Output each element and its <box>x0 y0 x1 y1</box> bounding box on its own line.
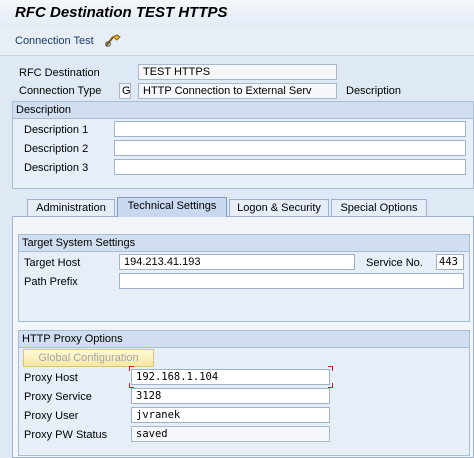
connection-type-description-label: Description <box>346 85 402 97</box>
connection-type-label: Connection Type <box>19 85 102 97</box>
target-host-label: Target Host <box>24 257 81 269</box>
description-3-label: Description 3 <box>24 162 89 174</box>
tab-technical-settings[interactable]: Technical Settings <box>117 197 227 217</box>
path-prefix-label: Path Prefix <box>24 276 78 288</box>
tab-special-options[interactable]: Special Options <box>331 199 427 216</box>
target-host-field[interactable]: 194.213.41.193 <box>119 254 355 270</box>
path-prefix-field[interactable] <box>119 273 464 289</box>
tab-logon-security[interactable]: Logon & Security <box>229 199 329 216</box>
focus-corner-top-left <box>129 366 134 371</box>
proxy-user-field[interactable]: jvranek <box>131 407 330 423</box>
service-no-field[interactable]: 443 <box>436 254 464 270</box>
focus-corner-top-right <box>328 366 333 371</box>
proxy-host-field[interactable]: 192.168.1.104 <box>131 369 330 385</box>
service-no-label: Service No. <box>366 257 423 269</box>
description-2-field[interactable] <box>114 140 466 156</box>
proxy-pw-status-label: Proxy PW Status <box>24 429 108 441</box>
description-1-label: Description 1 <box>24 124 89 136</box>
proxy-service-label: Proxy Service <box>24 391 92 403</box>
connection-type-field[interactable]: HTTP Connection to External Serv <box>138 83 337 99</box>
description-3-field[interactable] <box>114 159 466 175</box>
proxy-user-label: Proxy User <box>24 410 79 422</box>
description-1-field[interactable] <box>114 121 466 137</box>
description-group-header: Description <box>13 102 473 119</box>
rfc-destination-label: RFC Destination <box>19 67 100 79</box>
glasses-icon[interactable] <box>104 33 122 49</box>
proxy-host-label: Proxy Host <box>24 372 78 384</box>
global-configuration-button[interactable]: Global Configuration <box>23 349 154 367</box>
description-2-label: Description 2 <box>24 143 89 155</box>
tab-administration[interactable]: Administration <box>27 199 115 216</box>
proxy-service-field[interactable]: 3128 <box>131 388 330 404</box>
proxy-pw-status-field: saved <box>131 426 330 442</box>
connection-test-button[interactable]: Connection Test <box>15 35 94 47</box>
connection-type-code-field[interactable]: G <box>119 83 131 99</box>
target-system-group-header: Target System Settings <box>19 235 469 252</box>
page-title: RFC Destination TEST HTTPS <box>15 4 228 21</box>
http-proxy-group-header: HTTP Proxy Options <box>19 331 469 348</box>
rfc-destination-field[interactable]: TEST HTTPS <box>138 64 337 80</box>
